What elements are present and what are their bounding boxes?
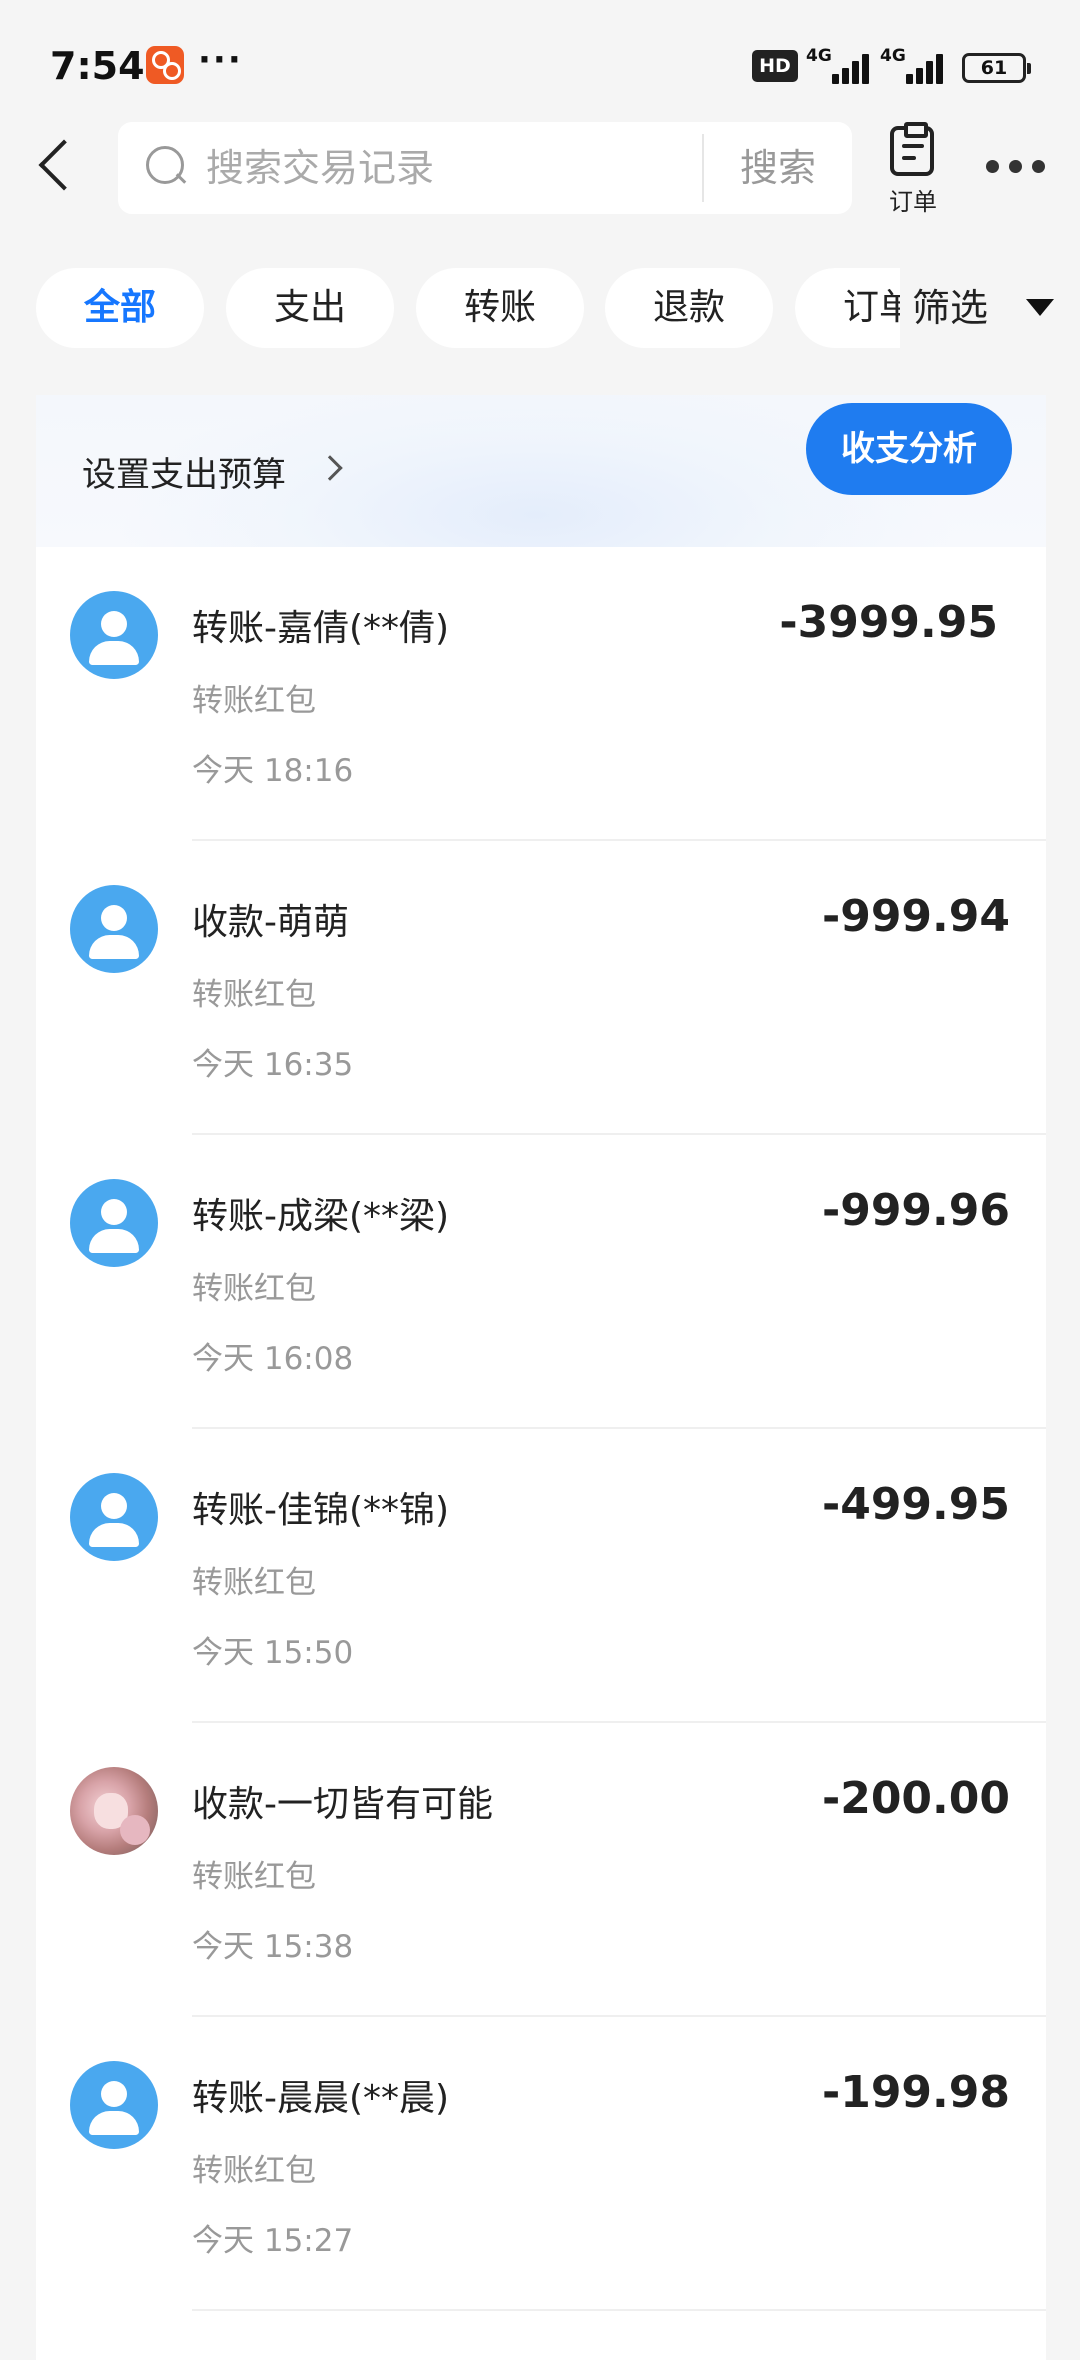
transaction-type: 转账红包 xyxy=(192,977,316,1013)
order-button[interactable]: 订单 xyxy=(878,122,948,216)
transaction-type: 转账红包 xyxy=(192,2153,316,2189)
avatar xyxy=(70,1179,158,1267)
transaction-amount: -999.96 xyxy=(821,1185,1010,1236)
signal-icon: 4G xyxy=(880,46,946,84)
transaction-row[interactable]: 转账-成梁(**梁) 转账红包 今天 16:08 -999.96 xyxy=(36,1135,1046,1429)
tab-expense[interactable]: 支出 xyxy=(226,268,394,348)
status-time: 7:54 xyxy=(50,44,145,88)
transaction-amount: -3999.95 xyxy=(779,597,998,648)
transaction-amount: -999.94 xyxy=(821,891,1010,942)
transaction-amount: -199.98 xyxy=(821,2067,1010,2118)
filter-button[interactable]: 筛选 xyxy=(900,268,1080,348)
transaction-title: 收款-萌萌 xyxy=(192,902,349,943)
set-budget-link[interactable]: 设置支出预算 xyxy=(82,447,286,496)
budget-banner: 设置支出预算 收支分析 xyxy=(36,395,1046,547)
avatar-photo xyxy=(70,1767,158,1855)
transaction-title: 转账-晨晨(**晨) xyxy=(192,2078,450,2119)
search-button[interactable]: 搜索 xyxy=(704,122,852,214)
more-notifications-icon: ··· xyxy=(198,40,243,80)
avatar xyxy=(70,885,158,973)
transaction-row[interactable]: 收款-萌萌 转账红包 今天 16:35 -999.94 xyxy=(36,841,1046,1135)
filter-label: 筛选 xyxy=(912,286,989,330)
divider xyxy=(192,2309,1046,2311)
transaction-card: 设置支出预算 收支分析 转账-嘉倩(**倩) 转账红包 今天 18:16 -39… xyxy=(36,395,1046,2360)
avatar xyxy=(70,591,158,679)
transaction-row[interactable]: 转账-晨晨(**晨) 转账红包 今天 15:27 -199.98 xyxy=(36,2017,1046,2311)
transaction-type: 转账红包 xyxy=(192,1565,316,1601)
search-icon xyxy=(146,146,186,186)
clipboard-icon xyxy=(890,122,934,176)
transaction-list: 转账-嘉倩(**倩) 转账红包 今天 18:16 -3999.95 收款-萌萌 … xyxy=(36,547,1046,2311)
network-type-label: 4G xyxy=(806,46,832,66)
chevron-right-icon xyxy=(317,455,343,481)
tab-refund[interactable]: 退款 xyxy=(605,268,773,348)
more-options-icon[interactable] xyxy=(982,140,1052,190)
tab-transfer[interactable]: 转账 xyxy=(416,268,584,348)
search-input[interactable] xyxy=(206,122,606,214)
transaction-title: 转账-成梁(**梁) xyxy=(192,1196,450,1237)
transaction-row[interactable]: 收款-一切皆有可能 转账红包 今天 15:38 -200.00 xyxy=(36,1723,1046,2017)
transaction-amount: -200.00 xyxy=(821,1773,1010,1824)
income-expense-analysis-button[interactable]: 收支分析 xyxy=(806,403,1012,495)
search-box[interactable]: 搜索 xyxy=(118,122,852,214)
transaction-time: 今天 15:38 xyxy=(192,1929,354,1965)
app-notification-icon xyxy=(146,46,184,84)
battery-icon: 61 xyxy=(962,53,1031,83)
signal-icon: 4G xyxy=(806,46,872,84)
transaction-title: 转账-佳锦(**锦) xyxy=(192,1490,450,1531)
transaction-time: 今天 16:08 xyxy=(192,1341,354,1377)
transaction-row[interactable]: 转账-佳锦(**锦) 转账红包 今天 15:50 -499.95 xyxy=(36,1429,1046,1723)
caret-down-icon xyxy=(1026,299,1054,316)
transaction-time: 今天 16:35 xyxy=(192,1047,354,1083)
transaction-title: 转账-嘉倩(**倩) xyxy=(192,608,450,649)
status-bar: 7:54 ··· HD 4G 4G 61 xyxy=(0,0,1080,120)
avatar xyxy=(70,1473,158,1561)
transaction-type: 转账红包 xyxy=(192,1859,316,1895)
hd-voice-icon: HD xyxy=(752,50,798,82)
transaction-time: 今天 18:16 xyxy=(192,753,354,789)
tab-order[interactable]: 订单 xyxy=(795,268,901,348)
transaction-title: 收款-一切皆有可能 xyxy=(192,1784,493,1825)
back-button[interactable] xyxy=(30,130,80,200)
transaction-row[interactable]: 转账-嘉倩(**倩) 转账红包 今天 18:16 -3999.95 xyxy=(36,547,1046,841)
transaction-type: 转账红包 xyxy=(192,683,316,719)
transaction-time: 今天 15:27 xyxy=(192,2223,354,2259)
order-label: 订单 xyxy=(889,188,937,216)
transaction-type: 转账红包 xyxy=(192,1271,316,1307)
avatar xyxy=(70,2061,158,2149)
network-type-label: 4G xyxy=(880,46,906,66)
transaction-amount: -499.95 xyxy=(821,1479,1010,1530)
tab-all[interactable]: 全部 xyxy=(36,268,204,348)
filter-tabs: 全部 支出 转账 退款 订单 筛选 xyxy=(0,268,1080,348)
transaction-time: 今天 15:50 xyxy=(192,1635,354,1671)
